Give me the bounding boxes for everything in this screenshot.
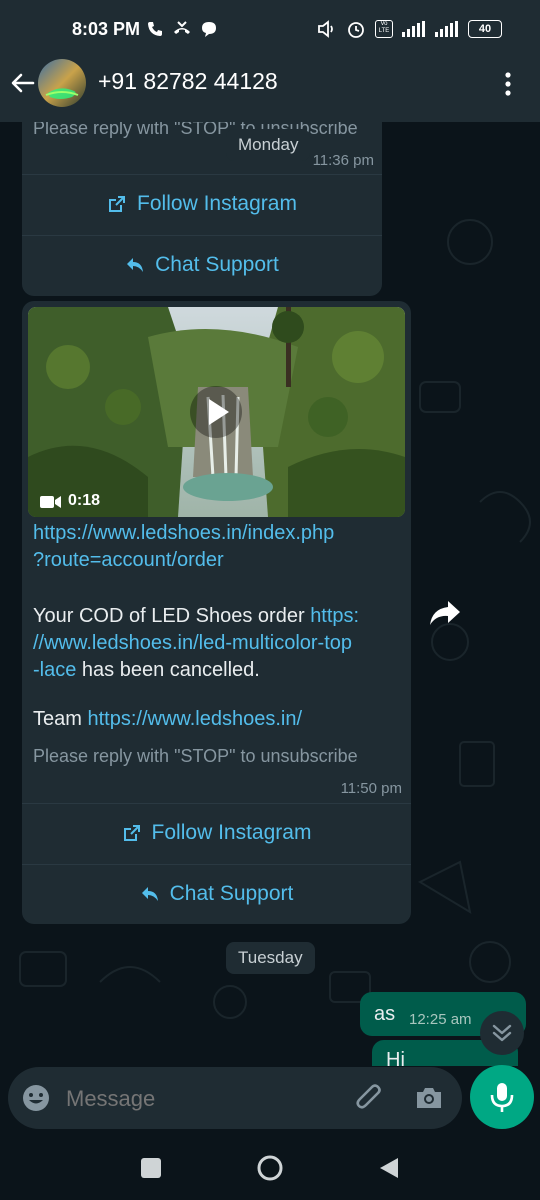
emoji-icon[interactable] <box>21 1083 51 1113</box>
alarm-icon <box>348 22 364 38</box>
contact-name[interactable]: +91 82782 44128 <box>98 68 278 95</box>
outgoing-message-text: Hi <box>386 1049 405 1066</box>
reply-icon <box>127 258 144 272</box>
date-separator-monday: Monday <box>226 129 311 161</box>
forward-icon[interactable] <box>428 599 462 627</box>
team-line: Team https://www.ledshoes.in/ <box>33 706 302 733</box>
chat-support-button[interactable]: Chat Support <box>22 235 382 295</box>
message-time: 11:50 pm <box>340 780 402 797</box>
double-chevron-down-icon <box>492 1024 512 1042</box>
cancellation-text: Your COD of LED Shoes order https: //www… <box>33 603 405 684</box>
video-duration: 0:18 <box>68 492 101 509</box>
follow-instagram-button[interactable]: Follow Instagram <box>22 174 382 234</box>
product-link-part-3[interactable]: -lace <box>33 659 76 681</box>
outgoing-message-text: as <box>374 1003 396 1025</box>
chat-bubble-icon <box>202 22 216 37</box>
message-input[interactable] <box>64 1079 338 1119</box>
system-nav-bar <box>0 1137 540 1200</box>
follow-instagram-label: Follow Instagram <box>151 821 312 844</box>
follow-instagram-button[interactable]: Follow Instagram <box>22 803 411 863</box>
chat-support-button[interactable]: Chat Support <box>22 864 411 924</box>
more-options-icon[interactable] <box>501 70 515 98</box>
chat-support-label: Chat Support <box>155 253 279 276</box>
unsubscribe-text: Please reply with "STOP" to unsubscribe <box>33 746 358 766</box>
back-arrow-icon[interactable] <box>10 70 36 96</box>
call-icon <box>148 22 162 36</box>
video-camera-icon <box>40 496 61 508</box>
order-link-line-1[interactable]: https://www.ledshoes.in/index.php <box>33 520 334 547</box>
date-separator-tuesday: Tuesday <box>226 942 315 974</box>
external-link-icon <box>109 196 126 212</box>
back-nav-icon[interactable] <box>378 1156 400 1180</box>
body-prefix: Your COD of LED Shoes order <box>33 605 311 627</box>
status-bar: 8:03 PM Vo LTE 40 <box>0 0 540 58</box>
outgoing-message-time: 12:25 am <box>409 1011 472 1028</box>
voice-message-button[interactable] <box>470 1065 534 1129</box>
volte-badge: Vo LTE <box>375 20 393 38</box>
home-icon[interactable] <box>256 1154 284 1182</box>
team-prefix: Team <box>33 708 88 730</box>
recent-apps-icon[interactable] <box>140 1157 162 1179</box>
order-link-line-2[interactable]: ?route=account/order <box>33 547 334 574</box>
scroll-to-bottom-button[interactable] <box>480 1011 524 1055</box>
status-notification-icons <box>146 20 218 38</box>
video-thumbnail[interactable]: 0:18 <box>28 307 405 517</box>
message-bubble-1[interactable]: Please reply with "STOP" to unsubscribe … <box>22 122 382 296</box>
order-link[interactable]: https://www.ledshoes.in/index.php ?route… <box>33 520 334 574</box>
battery-icon: 40 <box>468 20 502 38</box>
contact-avatar[interactable] <box>38 59 86 107</box>
product-link-part-2[interactable]: //www.ledshoes.in/led-multicolor-top <box>33 630 405 657</box>
status-system-icons: Vo LTE 40 <box>317 19 502 39</box>
attachment-icon[interactable] <box>352 1081 386 1115</box>
status-time: 8:03 PM <box>72 19 141 39</box>
signal-icon-2 <box>435 21 458 37</box>
camera-icon[interactable] <box>414 1083 444 1113</box>
chat-support-label: Chat Support <box>169 882 294 905</box>
avatar-image <box>38 59 86 107</box>
message-bubble-2[interactable]: 0:18 https://www.ledshoes.in/index.php ?… <box>22 301 411 924</box>
reply-icon <box>141 887 158 901</box>
team-link[interactable]: https://www.ledshoes.in/ <box>87 708 302 730</box>
chat-area[interactable]: Please reply with "STOP" to unsubscribe … <box>0 122 540 1066</box>
signal-icon <box>402 21 425 37</box>
product-link-part-1[interactable]: https: <box>310 605 359 627</box>
body-suffix: has been cancelled. <box>76 659 260 681</box>
missed-call-icon <box>174 21 190 34</box>
external-link-icon <box>123 825 140 841</box>
message-time: 11:36 pm <box>312 152 374 169</box>
message-composer <box>8 1067 462 1129</box>
microphone-icon <box>490 1083 514 1112</box>
volume-icon <box>318 20 333 38</box>
follow-instagram-label: Follow Instagram <box>137 192 297 215</box>
play-icon[interactable] <box>188 384 244 440</box>
